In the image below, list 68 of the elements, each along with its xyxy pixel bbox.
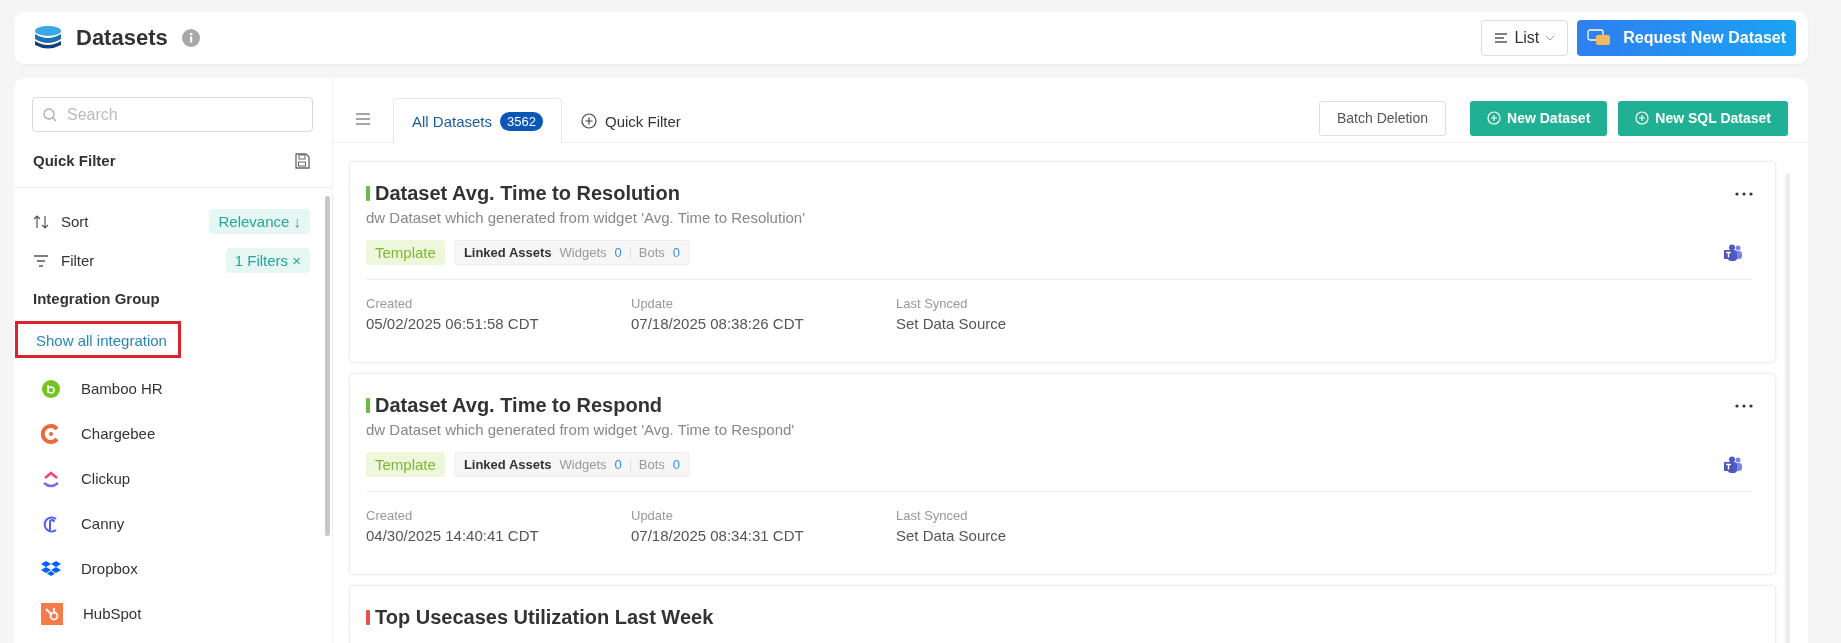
template-tag: Template <box>366 240 445 265</box>
integration-item[interactable]: Dropbox <box>33 546 310 591</box>
created-value: 04/30/2025 14:40:41 CDT <box>366 527 540 544</box>
integration-logo-icon <box>41 602 63 625</box>
last-synced-value: Set Data Source <box>896 315 1008 332</box>
dataset-title: Top Usecases Utilization Last Week <box>375 606 714 629</box>
dataset-card[interactable]: Top Usecases Utilization Last Week <box>349 585 1776 643</box>
scrollbar[interactable] <box>325 196 330 536</box>
teams-icon <box>1723 455 1743 474</box>
page-title: Datasets <box>76 25 168 51</box>
last-synced-value: Set Data Source <box>896 527 1008 544</box>
search-field[interactable]: Search <box>32 97 313 132</box>
update-value: 07/18/2025 08:38:26 CDT <box>631 315 805 332</box>
save-icon[interactable] <box>294 152 310 169</box>
dataset-description: dw Dataset which generated from widget 'Avg. Time to Respond' <box>366 421 796 438</box>
filter-label: Filter <box>61 252 95 269</box>
bots-label: Bots <box>638 245 665 260</box>
sort-label: Sort <box>61 213 89 230</box>
created-label: Created <box>366 508 414 523</box>
tab[interactable]: All Datasets 3562 <box>393 98 562 143</box>
widgets-label: Widgets <box>559 457 607 472</box>
info-icon[interactable] <box>181 29 200 47</box>
filter-icon <box>33 254 49 267</box>
batch-deletion-button[interactable]: Batch Deletion <box>1319 100 1447 136</box>
list-icon <box>1494 32 1509 44</box>
dataset-title: Dataset Avg. Time to Resolution <box>375 182 680 205</box>
tab[interactable]: Quick Filter <box>561 98 700 143</box>
more-icon[interactable] <box>1735 403 1753 408</box>
update-label: Update <box>631 296 674 311</box>
database-icon <box>34 26 62 50</box>
last-synced-label: Last Synced <box>896 296 969 311</box>
integration-item[interactable]: Bamboo HR <box>33 366 310 411</box>
update-value: 07/18/2025 08:34:31 CDT <box>631 527 805 544</box>
chevron-down-icon <box>1545 35 1556 41</box>
bots-count: 0 <box>672 457 680 472</box>
view-select[interactable]: List <box>1481 20 1569 56</box>
created-value: 05/02/2025 06:51:58 CDT <box>366 315 540 332</box>
menu-icon[interactable] <box>355 113 371 125</box>
teams-icon <box>1723 243 1743 262</box>
search-icon <box>43 108 57 122</box>
bots-count: 0 <box>672 245 680 260</box>
linked-assets-label: Linked Assets <box>463 245 552 260</box>
sort-icon <box>33 214 49 229</box>
integration-logo-icon <box>41 558 61 579</box>
widgets-count: 0 <box>614 245 622 260</box>
section-title: Integration Group <box>33 290 161 307</box>
integration-logo-icon <box>41 423 61 444</box>
dataset-title: Dataset Avg. Time to Respond <box>375 394 663 417</box>
plus-circle-icon <box>1487 111 1502 125</box>
created-label: Created <box>366 296 414 311</box>
integration-item[interactable]: Clickup <box>33 456 310 501</box>
more-icon[interactable] <box>1735 191 1753 196</box>
plus-circle-icon <box>1635 111 1650 125</box>
last-synced-label: Last Synced <box>896 508 969 523</box>
linked-assets-label: Linked Assets <box>463 457 552 472</box>
integration-logo-icon <box>41 378 61 399</box>
dataset-description: dw Dataset which generated from widget 'Avg. Time to Resolution' <box>366 209 806 226</box>
bots-label: Bots <box>638 457 665 472</box>
widgets-count: 0 <box>614 457 622 472</box>
template-tag: Template <box>366 452 445 477</box>
integration-item[interactable]: HubSpot <box>33 591 310 636</box>
update-label: Update <box>631 508 674 523</box>
plus-circle-icon <box>580 113 597 129</box>
widgets-label: Widgets <box>559 245 607 260</box>
integration-item[interactable]: Canny <box>33 501 310 546</box>
show-all-link[interactable]: Show all integration <box>15 321 181 358</box>
integration-item[interactable]: Chargebee <box>33 411 310 456</box>
section-title: Quick Filter <box>33 152 116 169</box>
